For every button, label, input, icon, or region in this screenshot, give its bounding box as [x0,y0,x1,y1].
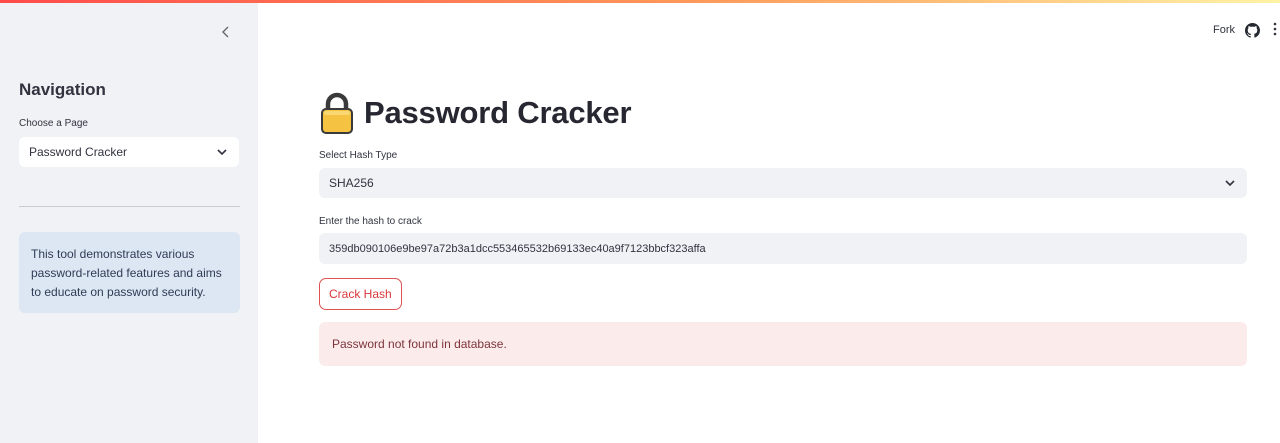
info-box: This tool demonstrates various password-… [19,232,240,313]
top-accent-bar [0,0,1280,3]
navigation-heading: Navigation [19,80,106,99]
main-content: Password Cracker Select Hash Type SHA256… [258,0,1280,443]
page-title-row: Password Cracker [320,92,632,134]
hash-input[interactable] [319,233,1247,264]
choose-page-label: Choose a Page [19,118,88,129]
chevron-down-icon [1223,176,1237,190]
chevron-left-icon [222,26,229,38]
hash-type-select[interactable]: SHA256 [319,168,1247,198]
page-title: Password Cracker [364,95,632,130]
hash-input-label: Enter the hash to crack [319,216,422,227]
hash-type-label: Select Hash Type [319,150,398,161]
lock-icon [320,92,354,134]
result-message: Password not found in database. [332,337,507,351]
hash-type-value: SHA256 [329,176,374,190]
page-select[interactable]: Password Cracker [19,137,239,167]
collapse-sidebar-button[interactable] [216,22,236,42]
chevron-down-icon [215,145,229,159]
page-select-value: Password Cracker [29,145,128,159]
crack-hash-button[interactable]: Crack Hash [319,278,402,310]
result-error-alert: Password not found in database. [319,322,1247,366]
sidebar-divider [19,206,240,207]
sidebar: Navigation Choose a Page Password Cracke… [0,0,258,443]
